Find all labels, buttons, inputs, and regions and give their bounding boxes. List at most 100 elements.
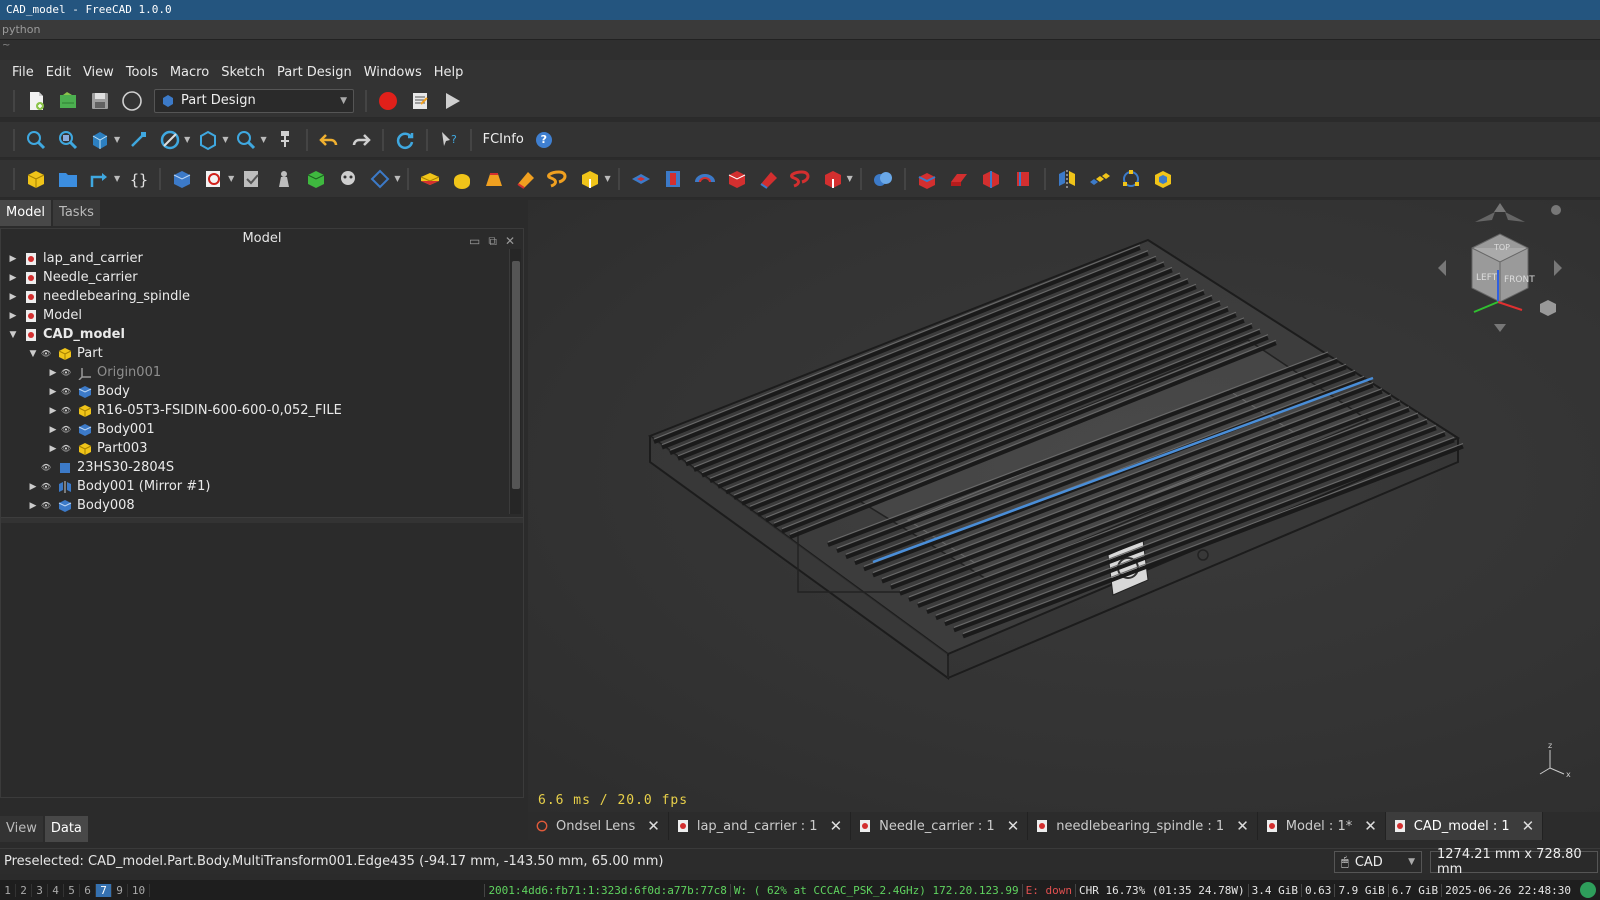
chevron-down-icon[interactable]: ▼ — [604, 174, 610, 183]
doc-tab-model[interactable]: Model : 1* ✕ — [1258, 812, 1386, 840]
workspace-10[interactable]: 10 — [128, 883, 150, 897]
create-part-icon[interactable] — [24, 167, 48, 191]
tab-model[interactable]: Model — [0, 200, 52, 226]
close-tab-icon[interactable]: ✕ — [1007, 817, 1020, 835]
close-icon[interactable]: ✕ — [505, 231, 515, 251]
additive-primitive-icon[interactable] — [578, 167, 602, 191]
menu-windows[interactable]: Windows — [358, 65, 428, 80]
std-views-icon[interactable] — [196, 128, 220, 152]
subtractive-pipe-icon[interactable] — [757, 167, 781, 191]
clone-icon[interactable] — [336, 167, 360, 191]
collapse-arrow-icon[interactable]: ▼ — [7, 330, 19, 340]
isometric-view-icon[interactable] — [88, 128, 112, 152]
refresh-icon[interactable] — [393, 128, 417, 152]
close-tab-icon[interactable]: ✕ — [1522, 817, 1535, 835]
record-macro-icon[interactable] — [376, 89, 400, 113]
menu-part-design[interactable]: Part Design — [271, 65, 358, 80]
doc-tab-needle-carrier[interactable]: Needle_carrier : 1 ✕ — [851, 812, 1029, 840]
workspace-2[interactable]: 2 — [16, 883, 32, 897]
tree-item[interactable]: ▼ 👁 Part — [1, 344, 511, 363]
workspace-9[interactable]: 9 — [112, 883, 128, 897]
shape-binder-icon[interactable] — [272, 167, 296, 191]
macros-icon[interactable] — [408, 89, 432, 113]
linear-pattern-icon[interactable] — [1087, 167, 1111, 191]
expand-arrow-icon[interactable]: ▶ — [7, 292, 19, 302]
navigation-style-selector[interactable]: 🖱 CAD ▼ — [1334, 851, 1422, 873]
variable-set-icon[interactable]: {} — [126, 167, 150, 191]
fillet-icon[interactable] — [915, 167, 939, 191]
tree-item[interactable]: ▶ lap_and_carrier — [1, 249, 511, 268]
expand-arrow-icon[interactable]: ▶ — [7, 311, 19, 321]
bounding-box-icon[interactable] — [126, 128, 150, 152]
sub-shape-binder-icon[interactable] — [304, 167, 328, 191]
tree-item[interactable]: ▶ 👁 Body — [1, 382, 511, 401]
visibility-eye-icon[interactable]: 👁 — [39, 463, 53, 472]
expand-arrow-icon[interactable]: ▶ — [47, 387, 59, 397]
tree-item[interactable]: ▶ 👁 R16-05T3-FSIDIN-600-600-0,052_FILE — [1, 401, 511, 420]
tree-item[interactable]: ▶ needlebearing_spindle — [1, 287, 511, 306]
tree-item[interactable]: ▶ Model — [1, 306, 511, 325]
subtractive-helix-icon[interactable] — [789, 167, 813, 191]
expand-arrow-icon[interactable]: ▶ — [47, 406, 59, 416]
help-icon[interactable]: ? — [535, 131, 552, 148]
execute-macro-icon[interactable] — [440, 89, 464, 113]
menu-macro[interactable]: Macro — [164, 65, 215, 80]
workspace-6[interactable]: 6 — [80, 883, 96, 897]
expand-arrow-icon[interactable]: ▶ — [47, 444, 59, 454]
revolution-icon[interactable] — [450, 167, 474, 191]
tree-scrollbar[interactable] — [509, 249, 521, 514]
undo-icon[interactable] — [317, 128, 341, 152]
chevron-down-icon[interactable]: ▼ — [260, 135, 266, 144]
doc-tab-needlebearing-spindle[interactable]: needlebearing_spindle : 1 ✕ — [1028, 812, 1258, 840]
close-tab-icon[interactable]: ✕ — [1364, 817, 1377, 835]
workspace-3[interactable]: 3 — [32, 883, 48, 897]
visibility-eye-icon[interactable]: 👁 — [39, 349, 53, 358]
workbench-selector[interactable]: Part Design ▼ — [154, 88, 354, 113]
datum-icon[interactable] — [368, 167, 392, 191]
subtractive-loft-icon[interactable] — [725, 167, 749, 191]
fit-all-icon[interactable] — [24, 128, 48, 152]
visibility-eye-icon[interactable]: 👁 — [39, 482, 53, 491]
3d-viewport[interactable]: TOP LEFT FRONT z x 6.6 ms / 20.0 fps — [528, 200, 1600, 812]
doc-tab-ondsel-lens[interactable]: Ondsel Lens ✕ — [528, 812, 669, 840]
menu-file[interactable]: File — [6, 65, 40, 80]
workspace-5[interactable]: 5 — [64, 883, 80, 897]
multi-transform-icon[interactable] — [1151, 167, 1175, 191]
draw-style-icon[interactable] — [158, 128, 182, 152]
workspace-1[interactable]: 1 — [0, 883, 16, 897]
menu-help[interactable]: Help — [428, 65, 470, 80]
collapse-arrow-icon[interactable]: ▼ — [27, 349, 39, 359]
boolean-icon[interactable] — [871, 167, 895, 191]
tab-tasks[interactable]: Tasks — [53, 200, 100, 226]
fcinfo-button[interactable]: FCInfo — [483, 132, 524, 147]
tree-item[interactable]: ▶ 👁 Body001 — [1, 420, 511, 439]
link-icon[interactable] — [88, 167, 112, 191]
additive-loft-icon[interactable] — [482, 167, 506, 191]
tree-item[interactable]: ▶ 👁 Part003 — [1, 439, 511, 458]
circle-icon[interactable] — [120, 89, 144, 113]
workspace-7[interactable]: 7 — [96, 883, 112, 897]
tree-item[interactable]: ▶ 👁 Body008 — [1, 496, 511, 514]
groove-icon[interactable] — [693, 167, 717, 191]
expand-arrow-icon[interactable]: ▶ — [27, 482, 39, 492]
scrollbar-thumb[interactable] — [512, 261, 520, 489]
expand-arrow-icon[interactable]: ▶ — [27, 501, 39, 511]
tree-item[interactable]: 👁 23HS30-2804S — [1, 458, 511, 477]
additive-pipe-icon[interactable] — [514, 167, 538, 191]
network-tray-icon[interactable] — [1580, 882, 1596, 898]
chevron-down-icon[interactable]: ▼ — [394, 174, 400, 183]
save-icon[interactable] — [88, 89, 112, 113]
tab-data[interactable]: Data — [44, 816, 88, 842]
expand-arrow-icon[interactable]: ▶ — [47, 368, 59, 378]
mirrored-icon[interactable] — [1055, 167, 1079, 191]
additive-helix-icon[interactable] — [546, 167, 570, 191]
fit-selection-icon[interactable] — [56, 128, 80, 152]
chevron-down-icon[interactable]: ▼ — [847, 174, 853, 183]
menu-sketch[interactable]: Sketch — [215, 65, 271, 80]
subtractive-primitive-icon[interactable] — [821, 167, 845, 191]
hole-icon[interactable] — [661, 167, 685, 191]
pad-icon[interactable] — [418, 167, 442, 191]
tab-view[interactable]: View — [0, 816, 43, 842]
close-tab-icon[interactable]: ✕ — [1236, 817, 1249, 835]
tree-item[interactable]: ▶ Needle_carrier — [1, 268, 511, 287]
